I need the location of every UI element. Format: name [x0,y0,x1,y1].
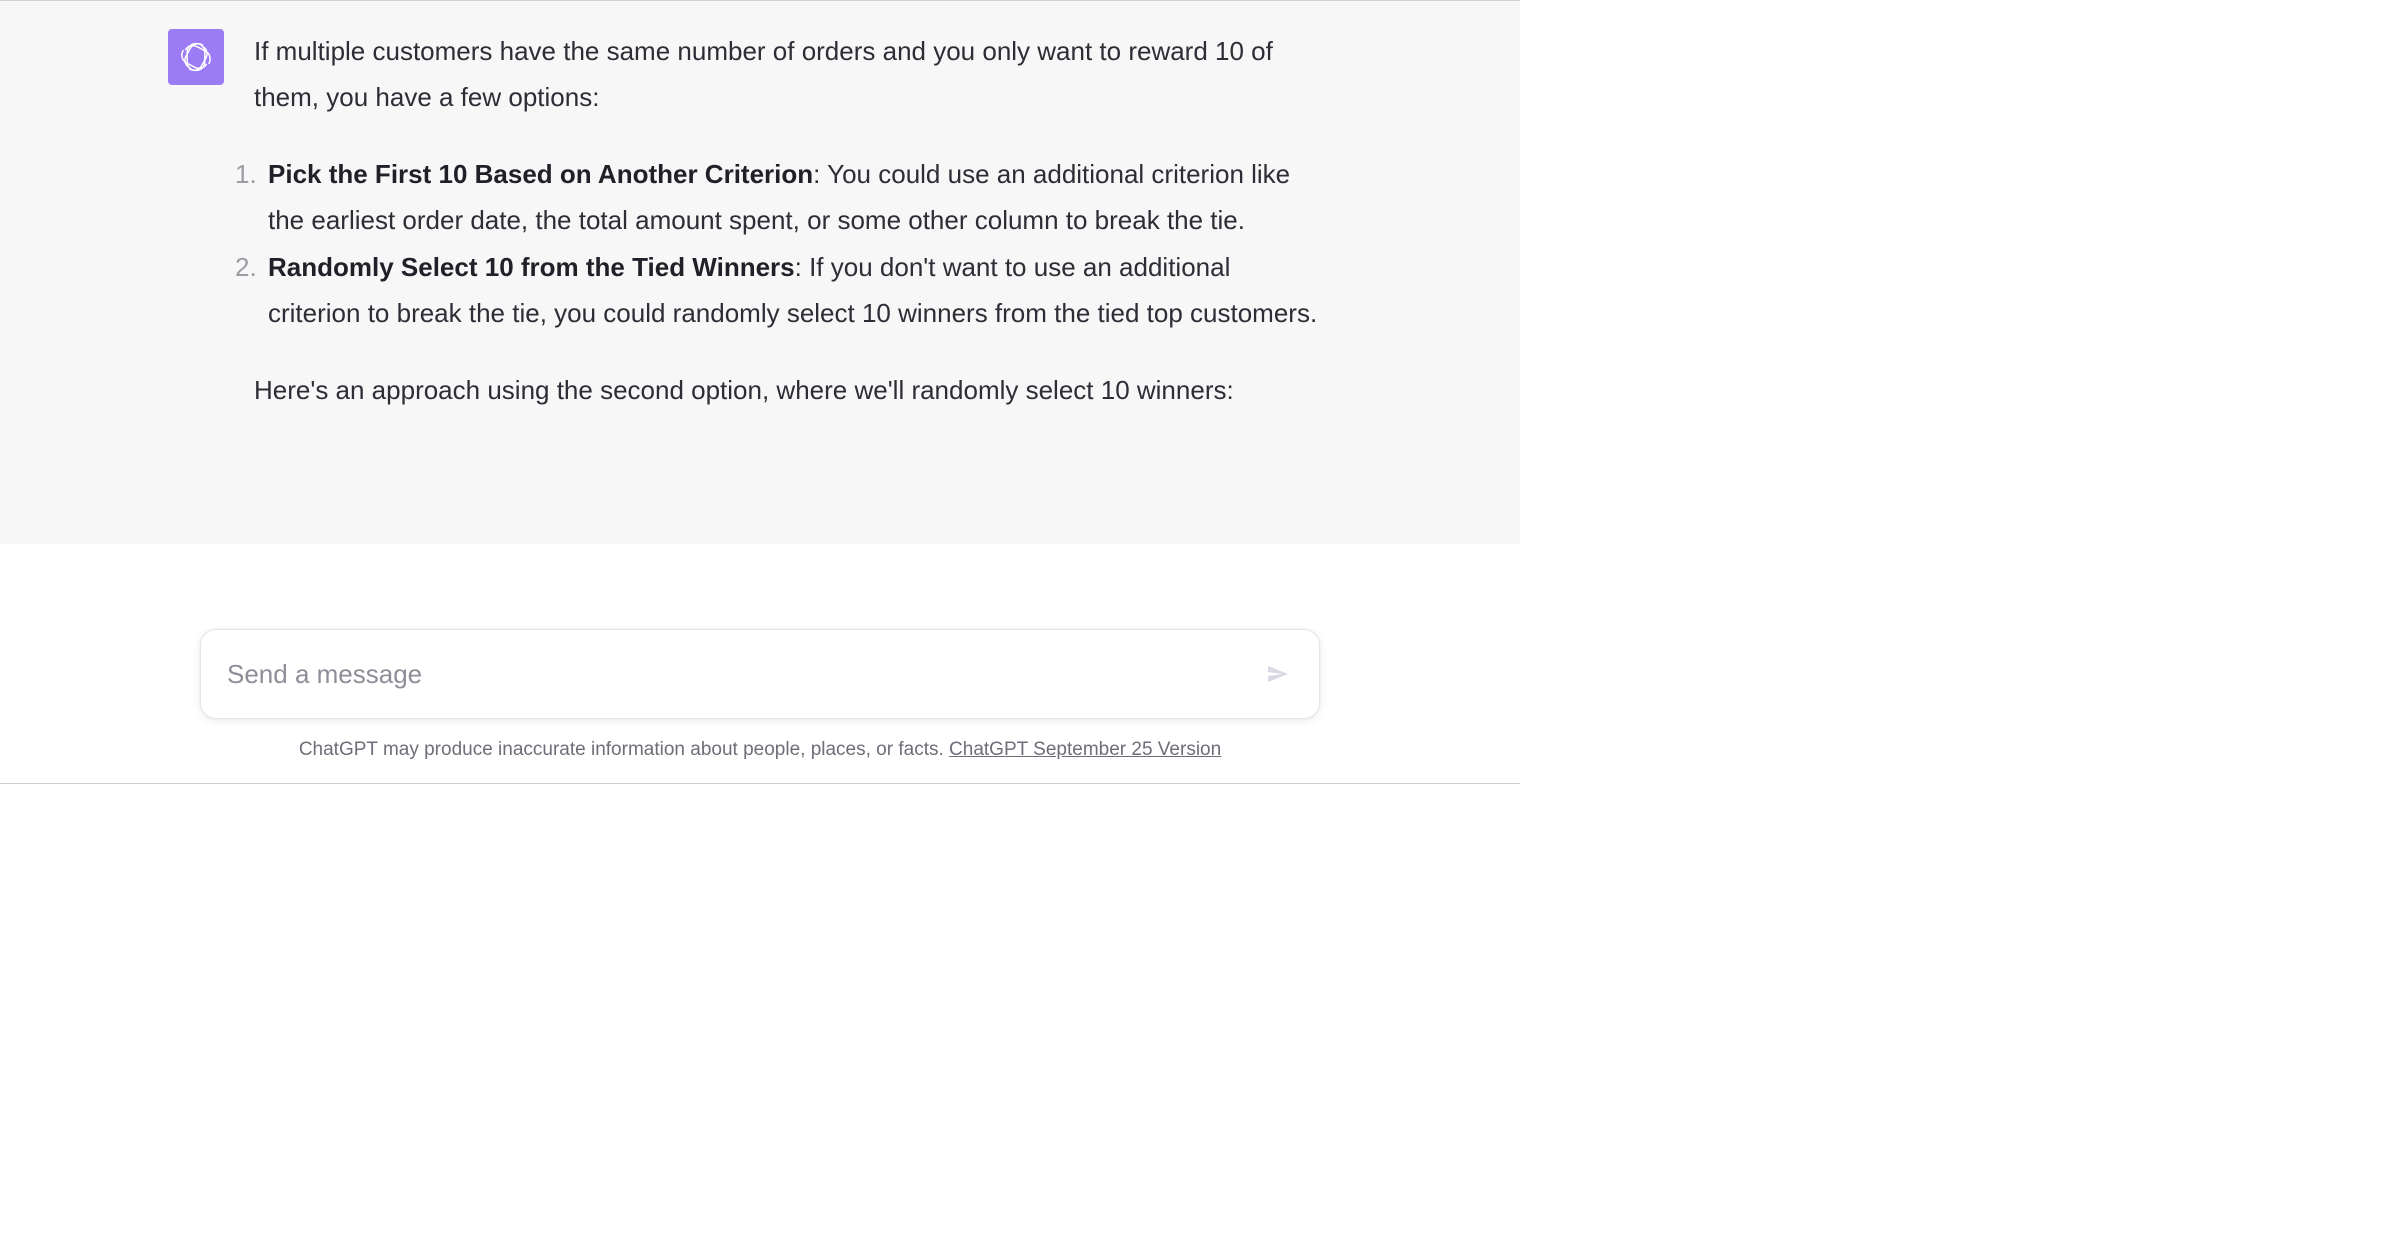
list-number: 1. [235,152,257,198]
list-item: 2. Randomly Select 10 from the Tied Winn… [268,245,1320,336]
disclaimer-text: ChatGPT may produce inaccurate informati… [299,739,949,760]
composer-area: ChatGPT may produce inaccurate informati… [0,569,1520,783]
footer-note: ChatGPT may produce inaccurate informati… [0,719,1520,783]
options-list: 1. Pick the First 10 Based on Another Cr… [268,152,1320,336]
conversation-area: If multiple customers have the same numb… [0,1,1520,544]
list-item: 1. Pick the First 10 Based on Another Cr… [268,152,1320,243]
version-link[interactable]: ChatGPT September 25 Version [949,739,1221,760]
intro-paragraph: If multiple customers have the same numb… [254,29,1320,120]
list-item-title: Randomly Select 10 from the Tied Winners [268,252,795,282]
list-number: 2. [235,245,257,291]
send-icon [1265,662,1289,686]
assistant-avatar [168,29,224,85]
outro-paragraph: Here's an approach using the second opti… [254,368,1320,414]
openai-logo-icon [177,38,215,76]
message-composer[interactable] [200,629,1320,719]
message-input[interactable] [227,659,1261,690]
avatar-column [168,29,224,414]
assistant-message: If multiple customers have the same numb… [160,1,1360,414]
message-content: If multiple customers have the same numb… [254,29,1360,414]
send-button[interactable] [1261,658,1293,690]
list-item-title: Pick the First 10 Based on Another Crite… [268,159,813,189]
